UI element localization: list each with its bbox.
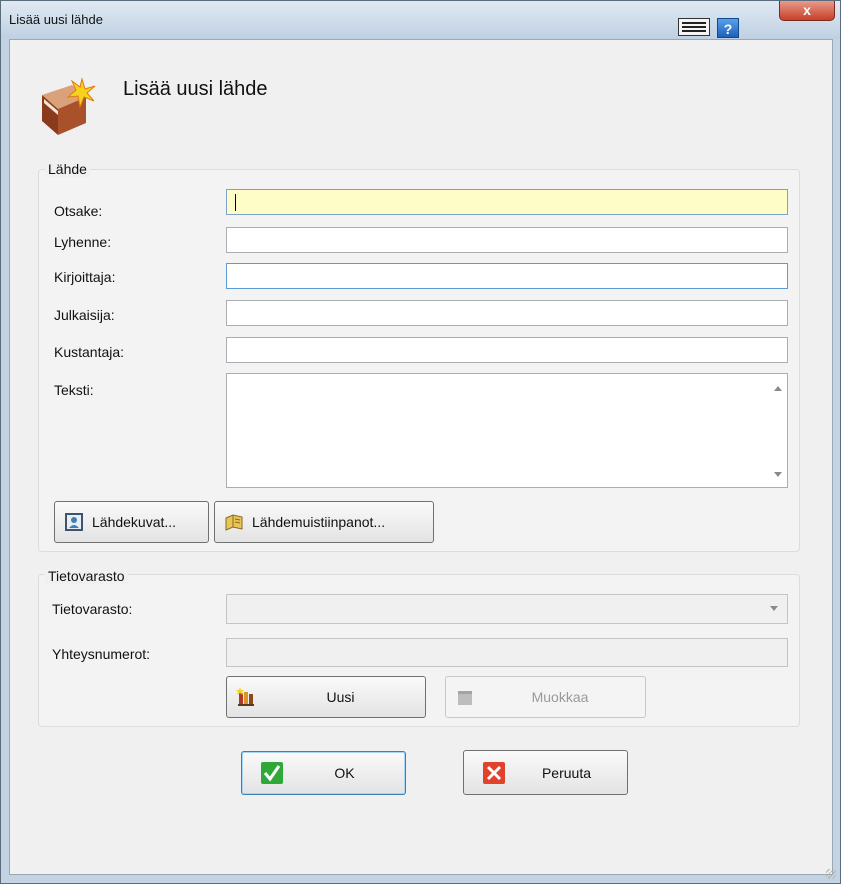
source-images-button-label: Lähdekuvat... <box>92 514 177 530</box>
new-repository-button-label: Uusi <box>326 689 355 705</box>
text-caret <box>235 194 236 211</box>
author-field[interactable] <box>226 263 788 289</box>
source-notes-button[interactable]: Lähdemuistiinpanot... <box>214 501 434 543</box>
edit-repository-button[interactable]: Muokkaa <box>445 676 646 718</box>
title-label: Otsake: <box>54 203 103 219</box>
cancel-button[interactable]: Peruuta <box>463 750 628 795</box>
repository-group-label: Tietovarasto <box>45 568 128 584</box>
resize-grip-icon[interactable] <box>826 869 836 879</box>
dialog-heading: Lisää uusi lähde <box>123 78 268 100</box>
text-area[interactable] <box>226 373 788 488</box>
abbreviation-field[interactable] <box>226 227 788 253</box>
text-label: Teksti: <box>54 382 94 398</box>
abbreviation-label: Lyhenne: <box>54 234 112 250</box>
title-bar: Lisää uusi lähde ? x <box>1 1 840 39</box>
new-repository-button[interactable]: Uusi <box>226 676 426 718</box>
author-label: Kirjoittaja: <box>54 269 116 285</box>
picture-frame-icon <box>65 513 83 531</box>
title-field[interactable] <box>226 189 788 215</box>
notes-folder-icon <box>225 514 243 531</box>
help-icon[interactable]: ? <box>717 18 739 38</box>
ok-button-label: OK <box>334 765 355 781</box>
publisher-label: Julkaisija: <box>54 307 115 323</box>
cancel-button-label: Peruuta <box>541 764 592 781</box>
call-numbers-label: Yhteysnumerot: <box>52 646 151 662</box>
source-images-button[interactable]: Lähdekuvat... <box>54 501 209 543</box>
window-title: Lisää uusi lähde <box>9 12 103 27</box>
edit-repository-button-label: Muokkaa <box>531 689 589 705</box>
keyboard-icon[interactable] <box>678 18 710 36</box>
archive-edit-icon <box>458 691 472 705</box>
close-button[interactable]: x <box>779 1 835 21</box>
source-group-label: Lähde <box>45 161 90 177</box>
repository-combobox[interactable] <box>226 594 788 624</box>
scroll-up-arrow-icon[interactable] <box>774 386 782 391</box>
distributor-field[interactable] <box>226 337 788 363</box>
call-numbers-field[interactable] <box>226 638 788 667</box>
source-book-icon <box>42 77 96 135</box>
ok-button[interactable]: OK <box>241 751 406 795</box>
scroll-down-arrow-icon[interactable] <box>774 472 782 477</box>
checkmark-icon <box>261 762 283 784</box>
publisher-field[interactable] <box>226 300 788 326</box>
source-notes-button-label: Lähdemuistiinpanot... <box>252 514 386 530</box>
dialog-window: Lisää uusi lähde ? x Lisää uusi lähde Lä… <box>0 0 841 884</box>
distributor-label: Kustantaja: <box>54 344 125 360</box>
archive-new-icon <box>236 687 254 706</box>
dropdown-arrow-icon[interactable] <box>770 606 778 611</box>
repository-label: Tietovarasto: <box>52 601 133 617</box>
cancel-x-icon <box>483 761 505 784</box>
